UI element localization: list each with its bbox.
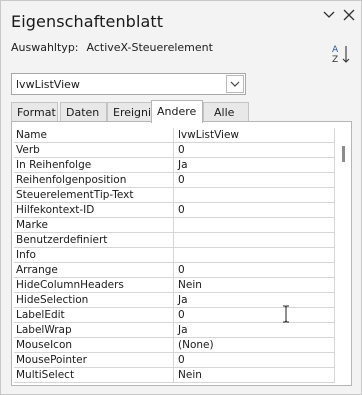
property-row[interactable]: Hilfekontext-ID 0: [14, 203, 335, 218]
property-value[interactable]: Ja: [176, 293, 335, 307]
property-name: Reihenfolgenposition: [14, 173, 174, 187]
property-name: Benutzerdefiniert: [14, 233, 174, 247]
property-value[interactable]: [176, 233, 335, 247]
property-value[interactable]: 0: [176, 263, 335, 277]
property-name: HideSelection: [14, 293, 174, 307]
property-value[interactable]: 0: [176, 308, 335, 322]
property-value[interactable]: (None): [176, 338, 335, 352]
property-row[interactable]: MultiSelect Nein: [14, 368, 335, 383]
property-rows: Name lvwListView Verb 0 In Reihenfolge Ja Reih…: [14, 128, 335, 383]
text-cursor-icon: [281, 305, 291, 323]
property-name: MultiSelect: [14, 368, 174, 382]
property-value[interactable]: Ja: [176, 158, 335, 172]
property-value[interactable]: 0: [176, 353, 335, 367]
property-sheet-pane: Eigenschaftenblatt Auswahltyp: ActiveX-St…: [0, 0, 362, 395]
chevron-down-icon[interactable]: [321, 7, 337, 23]
property-name: SteuerelementTip-Text: [14, 188, 174, 202]
property-row[interactable]: SteuerelementTip-Text: [14, 188, 335, 203]
property-name: LabelWrap: [14, 323, 174, 337]
tab-alle[interactable]: Alle: [203, 102, 249, 122]
property-value[interactable]: 0: [176, 173, 335, 187]
scrollbar-thumb[interactable]: [342, 146, 345, 162]
dropdown-chevron-icon[interactable]: [226, 75, 244, 93]
property-name: MouseIcon: [14, 338, 174, 352]
property-row[interactable]: In Reihenfolge Ja: [14, 158, 335, 173]
property-row[interactable]: Info: [14, 248, 335, 263]
property-name: Arrange: [14, 263, 174, 277]
property-row[interactable]: Arrange 0: [14, 263, 335, 278]
property-name: HideColumnHeaders: [14, 278, 174, 292]
property-grid[interactable]: Name lvwListView Verb 0 In Reihenfolge Ja Reih…: [11, 121, 352, 386]
property-value[interactable]: Nein: [176, 368, 335, 382]
property-value[interactable]: 0: [176, 203, 335, 217]
property-name: MousePointer: [14, 353, 174, 367]
selection-type-value: ActiveX-Steuerelement: [86, 41, 213, 54]
object-selector-value: lvwListView: [16, 78, 80, 91]
property-name: Info: [14, 248, 174, 262]
property-row[interactable]: Marke: [14, 218, 335, 233]
property-value[interactable]: 0: [176, 143, 335, 157]
tab-andere[interactable]: Andere: [151, 100, 203, 123]
pane-title: Eigenschaftenblatt: [11, 12, 164, 31]
property-value[interactable]: lvwListView: [176, 128, 335, 142]
tab-format[interactable]: Format: [11, 102, 58, 122]
close-icon[interactable]: [341, 7, 357, 23]
selection-type: Auswahltyp: ActiveX-Steuerelement: [11, 41, 213, 54]
property-value[interactable]: Nein: [176, 278, 335, 292]
svg-text:Z: Z: [332, 55, 338, 65]
sort-az-icon[interactable]: A Z: [331, 43, 351, 65]
property-value[interactable]: [176, 188, 335, 202]
tab-ereignis[interactable]: Ereignis: [107, 102, 157, 122]
property-row[interactable]: MouseIcon (None): [14, 338, 335, 353]
property-row[interactable]: HideColumnHeaders Nein: [14, 278, 335, 293]
svg-text:A: A: [332, 45, 339, 55]
property-name: Name: [14, 128, 174, 142]
property-name: In Reihenfolge: [14, 158, 174, 172]
property-row[interactable]: MousePointer 0: [14, 353, 335, 368]
property-name: LabelEdit: [14, 308, 174, 322]
object-selector-combo[interactable]: lvwListView: [11, 73, 246, 95]
property-row[interactable]: Verb 0: [14, 143, 335, 158]
property-row[interactable]: Reihenfolgenposition 0: [14, 173, 335, 188]
tab-daten[interactable]: Daten: [60, 102, 107, 122]
property-row[interactable]: Benutzerdefiniert: [14, 233, 335, 248]
property-value[interactable]: [176, 218, 335, 232]
property-name: Hilfekontext-ID: [14, 203, 174, 217]
property-value[interactable]: Ja: [176, 323, 335, 337]
property-row[interactable]: LabelWrap Ja: [14, 323, 335, 338]
property-name: Marke: [14, 218, 174, 232]
property-row[interactable]: Name lvwListView: [14, 128, 335, 143]
property-name: Verb: [14, 143, 174, 157]
selection-type-label: Auswahltyp:: [11, 41, 79, 54]
property-value[interactable]: [176, 248, 335, 262]
